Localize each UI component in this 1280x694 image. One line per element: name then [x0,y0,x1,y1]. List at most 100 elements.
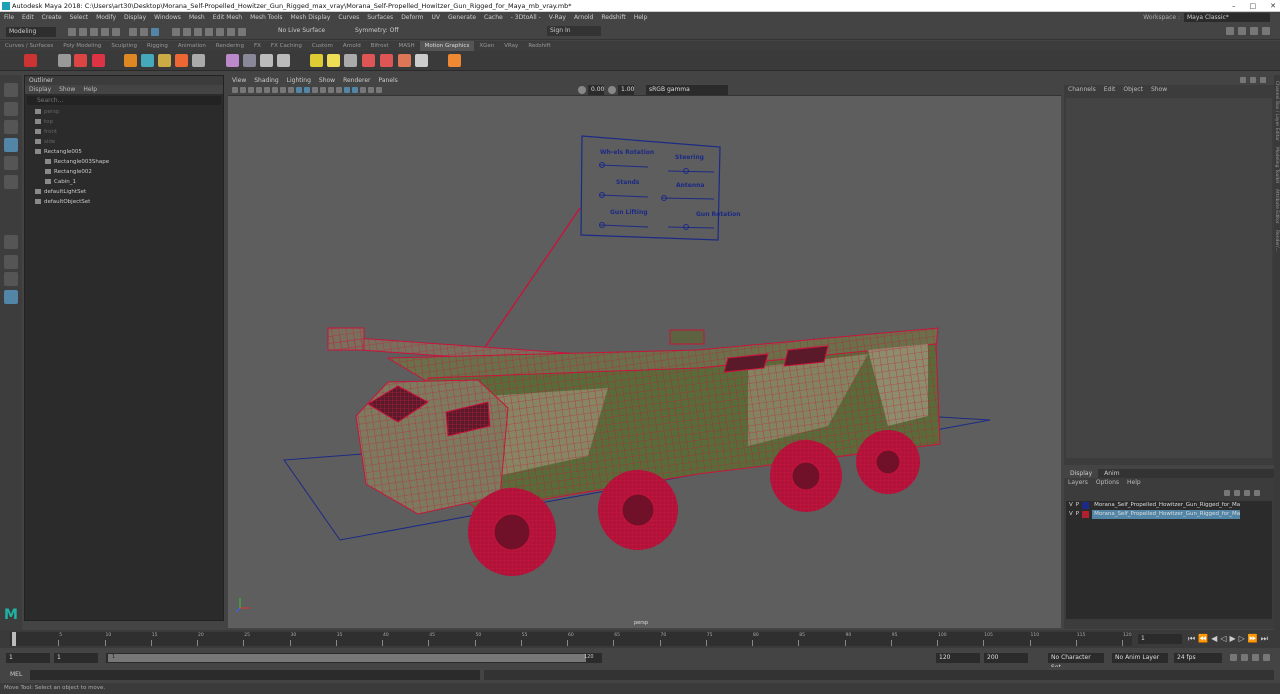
shadows-icon[interactable] [336,87,342,93]
outliner-item[interactable]: defaultLightSet [25,187,223,197]
snap-view-icon[interactable] [205,28,213,36]
playback-start-field[interactable]: 1 [54,653,98,663]
default-material-icon[interactable] [312,87,318,93]
anti-alias-icon[interactable] [360,87,366,93]
workspace-dropdown[interactable]: Maya Classic* [1184,13,1270,22]
layer-color-swatch[interactable] [1082,502,1090,509]
lattice-icon[interactable] [260,54,273,67]
outliner-item[interactable]: top [25,117,223,127]
exposure-field[interactable]: 0.00 [588,85,604,95]
camera-icon[interactable] [344,54,357,67]
shelf-tab-vray[interactable]: VRay [499,41,523,51]
minimize-icon[interactable]: – [1232,0,1236,12]
channel-menu-channels[interactable]: Channels [1068,85,1096,95]
brush-icon[interactable] [92,54,105,67]
symmetry-label[interactable]: Symmetry: Off [355,27,398,34]
viewport-menu-show[interactable]: Show [319,76,335,85]
outliner-menu-display[interactable]: Display [29,85,51,94]
start-time-field[interactable]: 1 [6,653,50,663]
menu-mesh-display[interactable]: Mesh Display [287,12,335,23]
snap-curve-icon[interactable] [183,28,191,36]
shelf-tab-poly-modeling[interactable]: Poly Modeling [58,41,106,51]
deformer-icon[interactable] [243,54,256,67]
auto-key-icon[interactable] [1241,654,1248,661]
current-frame-field[interactable]: 1 [1138,634,1182,644]
shelf-tab-animation[interactable]: Animation [173,41,211,51]
text-tool-icon[interactable] [74,54,87,67]
snap-magnet-icon[interactable] [238,28,246,36]
sun-light-icon[interactable] [327,54,340,67]
film-gate-icon[interactable] [272,87,278,93]
select-tool-icon[interactable] [4,83,18,97]
ambient-occlusion-icon[interactable] [344,87,350,93]
control-panel[interactable]: Wh-els Rotation Steering Stands Antenna … [580,135,741,241]
menu-display[interactable]: Display [120,12,150,23]
svg-icon[interactable] [175,54,188,67]
redo-icon[interactable] [112,28,120,36]
menu-file[interactable]: File [0,12,18,23]
character-set-dropdown[interactable]: No Character Set [1048,653,1104,671]
undo-icon[interactable] [101,28,109,36]
command-input[interactable] [30,670,480,680]
step-forward-frame-icon[interactable]: ▷ [1239,634,1245,644]
move-tool-icon[interactable] [4,138,18,152]
hypershade-icon[interactable] [398,54,411,67]
rotate-tool-icon[interactable] [4,156,18,170]
side-tab[interactable]: Render/... [1274,230,1279,252]
polygon-icon[interactable] [192,54,205,67]
outliner-item[interactable]: side [25,137,223,147]
menu-arnold[interactable]: Arnold [570,12,597,23]
outliner-search-input[interactable]: Search... [27,96,221,105]
menu-create[interactable]: Create [38,12,66,23]
shelf-tab-fx[interactable]: FX [249,41,266,51]
sphere-icon[interactable] [124,54,137,67]
shelf-tab-xgen[interactable]: XGen [474,41,499,51]
outliner-item[interactable]: Rectangle002 [25,167,223,177]
menu-edit-mesh[interactable]: Edit Mesh [209,12,246,23]
mash-network-icon[interactable] [24,54,37,67]
tool-settings-icon[interactable] [1250,27,1258,35]
gate-mask-icon[interactable] [288,87,294,93]
howitzer-model[interactable] [327,327,941,576]
single-perspective-icon[interactable] [4,235,18,249]
menu-redshift[interactable]: Redshift [597,12,629,23]
lasso-tool-icon[interactable] [4,102,18,116]
channel-box-icon[interactable] [1262,27,1270,35]
color-space-dropdown[interactable]: sRGB gamma [646,85,728,95]
layer-row[interactable]: V P Morana_Self_Propelled_Howitzer_Gun_Rig… [1066,501,1272,510]
shelf-tab-rendering[interactable]: Rendering [211,41,249,51]
shelf-tab-redshift[interactable]: Redshift [523,41,555,51]
time-slider[interactable]: 1510152025303540455055606570758085909510… [0,630,1280,648]
shelf-tab-arnold[interactable]: Arnold [338,41,366,51]
layer-row[interactable]: V P Morana_Self_Propelled_Howitzer_Gun_Rig… [1066,510,1272,519]
range-track[interactable]: 1 120 [106,653,602,663]
menu-help[interactable]: Help [630,12,652,23]
snap-surface-icon[interactable] [216,28,224,36]
four-view-icon[interactable] [4,255,18,269]
camera-attr-icon[interactable] [240,87,246,93]
playback-end-field[interactable]: 120 [936,653,980,663]
antenna-line[interactable] [478,207,581,357]
menu-deform[interactable]: Deform [397,12,427,23]
channel-menu-edit[interactable]: Edit [1104,85,1116,95]
new-layer-selected-icon[interactable] [1254,490,1260,496]
menu-windows[interactable]: Windows [150,12,185,23]
bend-icon[interactable] [277,54,290,67]
menu-cache[interactable]: Cache [480,12,507,23]
layer-menu-help[interactable]: Help [1127,478,1141,487]
menu-curves[interactable]: Curves [334,12,363,23]
light-icon[interactable] [310,54,323,67]
shelf-tab-bifrost[interactable]: Bifrost [366,41,394,51]
bookmark-icon[interactable] [248,87,254,93]
layer-menu-options[interactable]: Options [1096,478,1119,487]
outliner-item[interactable]: Cabin_1 [25,177,223,187]
loop-icon[interactable] [1230,654,1237,661]
ipr-icon[interactable] [380,54,393,67]
cmd-language-label[interactable]: MEL [10,671,22,678]
move-layer-down-icon[interactable] [1234,490,1240,496]
open-scene-icon[interactable] [79,28,87,36]
isolate-select-icon[interactable] [368,87,374,93]
menu-select[interactable]: Select [66,12,93,23]
step-back-key-icon[interactable]: ⏪ [1198,634,1208,644]
layer-menu-layers[interactable]: Layers [1068,478,1088,487]
